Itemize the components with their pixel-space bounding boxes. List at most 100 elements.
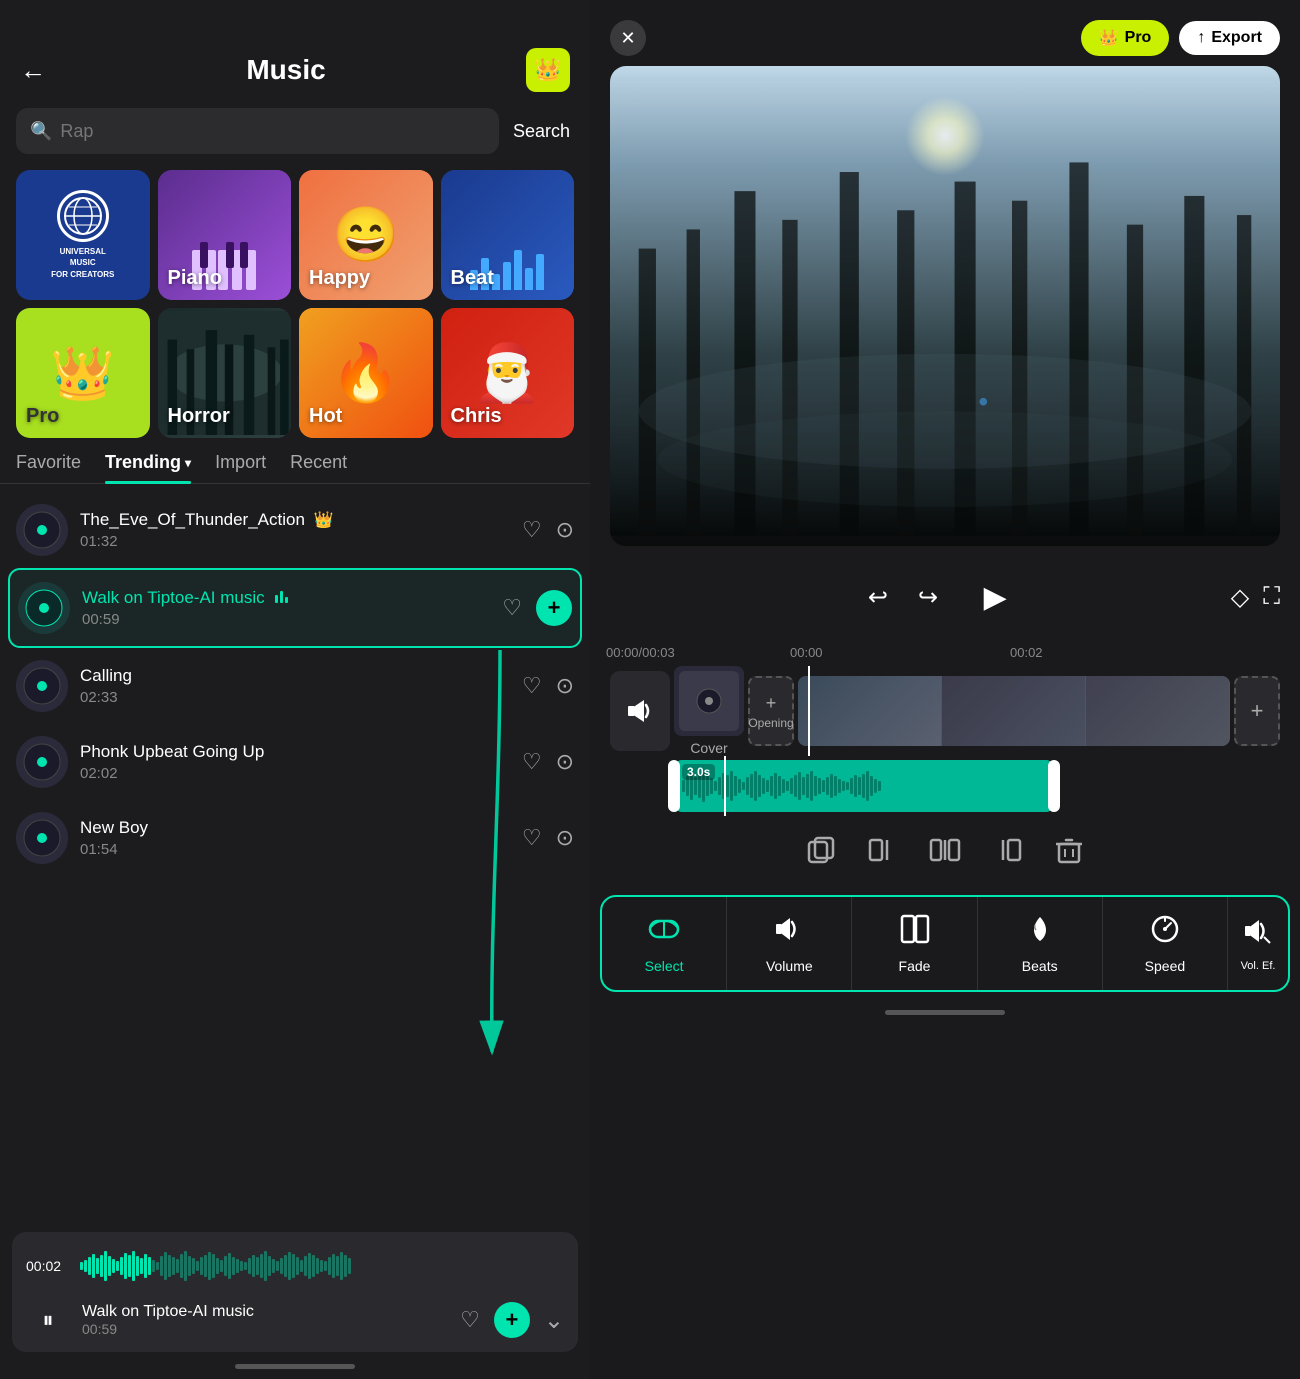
back-button[interactable]: ←	[20, 55, 46, 86]
tab-trending[interactable]: Trending ▾	[105, 452, 191, 479]
song-name-4: Phonk Upbeat Going Up	[80, 742, 510, 762]
export-label: Export	[1211, 29, 1262, 47]
keyframe-button[interactable]: ◇	[1231, 583, 1249, 612]
download-button-1[interactable]: ⊙	[556, 517, 574, 543]
chevron-down-button[interactable]: ⌄	[544, 1306, 564, 1335]
toolbar-fade[interactable]: Fade	[852, 897, 977, 990]
like-button-1[interactable]: ♡	[522, 517, 542, 543]
opening-button[interactable]: + Opening	[748, 676, 794, 746]
toolbar-beats[interactable]: Beats	[978, 897, 1103, 990]
category-horror[interactable]: Horror	[158, 308, 292, 438]
add-clip-button[interactable]: +	[1234, 676, 1280, 746]
category-hot-label: Hot	[309, 405, 423, 428]
pro-crown-icon: 👑	[1099, 28, 1119, 48]
audio-duration: 3.0s	[682, 764, 715, 780]
select-icon	[648, 913, 680, 952]
add-button-2[interactable]: +	[536, 590, 572, 626]
split-icon	[929, 834, 961, 873]
pause-button[interactable]: ⏸	[26, 1298, 70, 1342]
audio-track[interactable]: 3.0s	[674, 760, 1054, 812]
crown-badge[interactable]: 👑	[526, 48, 570, 92]
edit-actions-row	[590, 826, 1300, 881]
category-christmas-label: Chris	[451, 405, 565, 428]
song-actions-4: ♡ ⊙	[522, 749, 574, 775]
audio-waveform	[682, 760, 1046, 812]
download-button-5[interactable]: ⊙	[556, 825, 574, 851]
list-item[interactable]: Calling 02:33 ♡ ⊙	[8, 648, 582, 724]
category-happy[interactable]: 😄 Happy	[299, 170, 433, 300]
song-info-2: Walk on Tiptoe-AI music 00:59	[82, 588, 490, 628]
close-button[interactable]: ✕	[610, 20, 646, 56]
hot-icon: 🔥	[331, 340, 401, 406]
split-left-button[interactable]	[867, 834, 899, 873]
like-button-4[interactable]: ♡	[522, 749, 542, 775]
player-song-name: Walk on Tiptoe-AI music	[82, 1303, 448, 1321]
timeline-marker-1: 00:02	[1010, 645, 1043, 660]
search-input[interactable]	[60, 121, 485, 142]
song-thumb-3	[16, 660, 68, 712]
song-actions-1: ♡ ⊙	[522, 517, 574, 543]
song-thumb-4	[16, 736, 68, 788]
toolbar-select[interactable]: Select	[602, 897, 727, 990]
toolbar-volume[interactable]: Volume	[727, 897, 852, 990]
edit-toolbar: Select Volume Fade Beats Speed	[600, 895, 1290, 992]
split-right-icon	[991, 834, 1023, 873]
category-pro[interactable]: 👑 Pro	[16, 308, 150, 438]
pro-button[interactable]: 👑 Pro	[1081, 20, 1170, 56]
audio-handle-left[interactable]	[668, 760, 680, 812]
sound-track-icon[interactable]	[610, 671, 670, 751]
search-button[interactable]: Search	[509, 113, 574, 150]
right-top-bar: ✕ 👑 Pro ↑ Export	[590, 0, 1300, 56]
player-like-button[interactable]: ♡	[460, 1307, 480, 1333]
category-piano[interactable]: Piano	[158, 170, 292, 300]
song-name-5: New Boy	[80, 818, 510, 838]
split-button[interactable]	[929, 834, 961, 873]
like-button-2[interactable]: ♡	[502, 595, 522, 621]
list-item[interactable]: Walk on Tiptoe-AI music 00:59 ♡ +	[8, 568, 582, 648]
audio-handle-right[interactable]	[1048, 760, 1060, 812]
song-duration-4: 02:02	[80, 765, 510, 782]
tab-favorite[interactable]: Favorite	[16, 452, 81, 479]
download-button-3[interactable]: ⊙	[556, 673, 574, 699]
right-controls: ◇ ⛶	[1231, 583, 1280, 612]
toolbar-vol-effects[interactable]: Vol. Ef.	[1228, 899, 1288, 988]
list-item[interactable]: The_Eve_Of_Thunder_Action 👑 01:32 ♡ ⊙	[8, 492, 582, 568]
category-hot[interactable]: 🔥 Hot	[299, 308, 433, 438]
fullscreen-button[interactable]: ⛶	[1263, 583, 1280, 612]
speed-icon	[1149, 913, 1181, 952]
player-song-info: Walk on Tiptoe-AI music 00:59	[82, 1303, 448, 1337]
search-input-wrap: 🔍	[16, 108, 499, 154]
like-button-5[interactable]: ♡	[522, 825, 542, 851]
song-actions-2: ♡ +	[502, 590, 572, 626]
cover-item[interactable]: Cover	[674, 666, 744, 756]
like-button-3[interactable]: ♡	[522, 673, 542, 699]
player-controls: ⏸ Walk on Tiptoe-AI music 00:59 ♡ + ⌄	[26, 1298, 564, 1342]
category-christmas[interactable]: 🎅 Chris	[441, 308, 575, 438]
select-label: Select	[645, 958, 684, 974]
export-button[interactable]: ↑ Export	[1179, 21, 1280, 55]
video-background	[610, 66, 1280, 546]
waveform-visualization	[80, 1242, 564, 1290]
download-button-4[interactable]: ⊙	[556, 749, 574, 775]
delete-button[interactable]	[1053, 834, 1085, 873]
play-button[interactable]: ▶	[968, 570, 1022, 624]
wave-indicator	[275, 591, 288, 603]
tab-recent[interactable]: Recent	[290, 452, 347, 479]
toolbar-speed[interactable]: Speed	[1103, 897, 1228, 990]
redo-button[interactable]: ↪	[918, 583, 938, 612]
category-beat[interactable]: Beat	[441, 170, 575, 300]
beats-label: Beats	[1022, 958, 1058, 974]
split-right-button[interactable]	[991, 834, 1023, 873]
player-add-button[interactable]: +	[494, 1302, 530, 1338]
undo-button[interactable]: ↩	[868, 583, 888, 612]
duplicate-button[interactable]	[805, 834, 837, 873]
category-universal[interactable]: UNIVERSALMUSICFOR CREATORS	[16, 170, 150, 300]
fade-label: Fade	[899, 958, 931, 974]
video-track[interactable]	[798, 676, 1230, 746]
list-item[interactable]: Phonk Upbeat Going Up 02:02 ♡ ⊙	[8, 724, 582, 800]
song-thumb-1	[16, 504, 68, 556]
vol-effects-label: Vol. Ef.	[1241, 960, 1276, 972]
tab-import[interactable]: Import	[215, 452, 266, 479]
list-item[interactable]: New Boy 01:54 ♡ ⊙	[8, 800, 582, 876]
audio-track-row: 3.0s	[590, 756, 1300, 816]
